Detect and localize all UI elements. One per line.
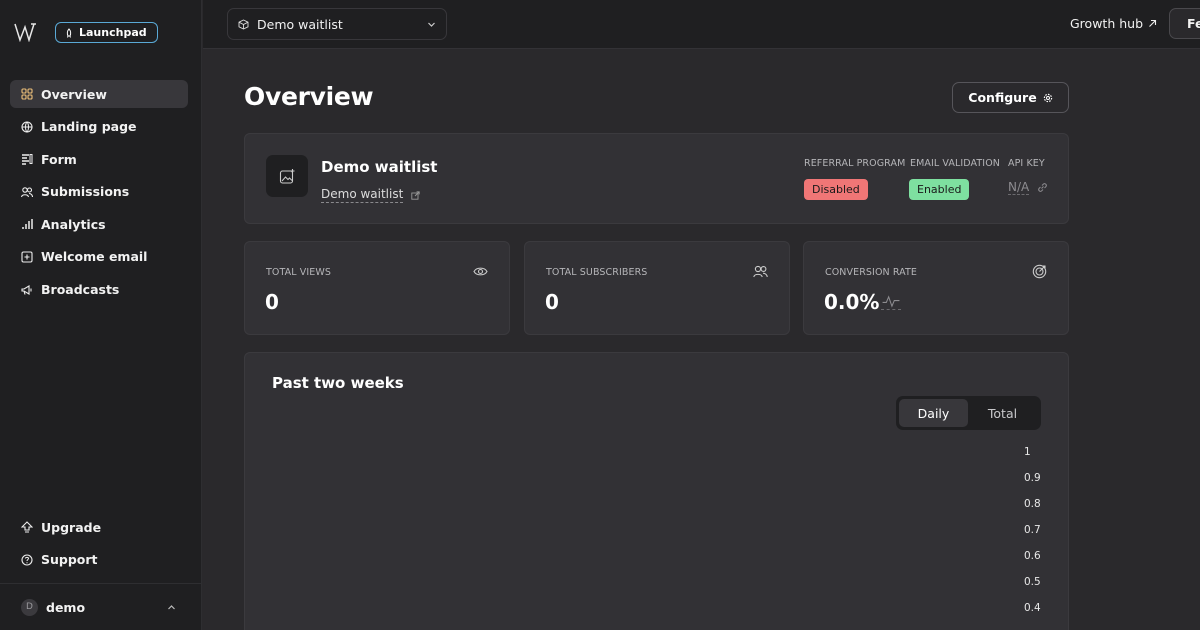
upgrade-icon — [21, 521, 33, 533]
y-tick-label: 0.8 — [1024, 498, 1041, 510]
sidebar-item-label: Support — [41, 552, 98, 568]
avatar: D — [21, 598, 38, 616]
sidebar-item-broadcasts[interactable]: Broadcasts — [10, 276, 188, 304]
sidebar-item-label: Submissions — [41, 184, 130, 200]
sidebar-item-landing-page[interactable]: Landing page — [10, 113, 188, 141]
growth-hub-link[interactable]: Growth hub — [1070, 16, 1157, 31]
megaphone-icon — [21, 284, 32, 295]
stat-card-total-subscribers: TOTAL SUBSCRIBERS 0 — [524, 241, 790, 335]
waitlist-image[interactable] — [266, 155, 308, 197]
launchpad-label: Launchpad — [79, 26, 147, 39]
chevron-up-icon — [168, 605, 175, 610]
sidebar-item-label: Form — [41, 151, 77, 167]
chart-title: Past two weeks — [272, 374, 404, 392]
y-tick-label: 0.5 — [1024, 576, 1041, 588]
sidebar-item-form[interactable]: Form — [10, 145, 188, 173]
waitlist-link[interactable]: Demo waitlist — [321, 187, 420, 203]
api-key-value: N/A — [1008, 180, 1030, 195]
sidebar-item-label: Landing page — [41, 119, 137, 135]
gear-icon — [1043, 93, 1052, 102]
y-tick-label: 0.6 — [1024, 550, 1041, 562]
sidebar-item-label: Broadcasts — [41, 282, 120, 298]
sidebar-item-overview[interactable]: Overview — [10, 80, 188, 108]
globe-icon — [21, 121, 33, 133]
form-icon — [22, 154, 33, 165]
feedback-button[interactable]: Fe — [1169, 8, 1200, 39]
growth-hub-label: Growth hub — [1070, 16, 1143, 31]
sidebar-bottom-nav: Upgrade Support — [10, 513, 188, 578]
grid-icon — [21, 88, 33, 100]
y-tick-label: 1 — [1024, 446, 1031, 458]
launchpad-badge[interactable]: Launchpad — [55, 22, 158, 43]
selected-waitlist: Demo waitlist — [257, 16, 343, 32]
y-tick-label: 0.4 — [1024, 602, 1041, 614]
waitlist-link-text: Demo waitlist — [321, 187, 404, 203]
activity-icon — [881, 295, 901, 310]
cube-icon — [238, 18, 249, 30]
link-icon[interactable] — [1037, 182, 1048, 193]
sidebar-item-label: Upgrade — [41, 519, 102, 535]
toggle-daily[interactable]: Daily — [899, 399, 968, 427]
sidebar-item-label: Overview — [41, 86, 107, 102]
waitlist-card: Demo waitlist Demo waitlist REFERRAL PRO… — [244, 133, 1069, 224]
page-title: Overview — [244, 82, 374, 111]
stat-value: 0 — [545, 290, 559, 314]
stat-value: 0.0% — [824, 290, 880, 314]
target-icon — [1032, 264, 1047, 279]
image-plus-icon — [279, 168, 294, 184]
user-name: demo — [46, 599, 86, 615]
chart-mode-toggle: Daily Total — [896, 396, 1041, 430]
y-tick-label: 0.9 — [1024, 472, 1041, 484]
external-link-icon — [411, 190, 420, 200]
y-tick-label: 0.7 — [1024, 524, 1041, 536]
configure-label: Configure — [968, 90, 1037, 105]
users-icon — [21, 187, 33, 197]
configure-button[interactable]: Configure — [952, 82, 1069, 113]
stat-card-total-views: TOTAL VIEWS 0 — [244, 241, 510, 335]
sidebar-item-upgrade[interactable]: Upgrade — [10, 513, 188, 541]
sidebar-item-label: Analytics — [41, 216, 106, 232]
eye-icon — [473, 267, 488, 276]
brand-logo-icon[interactable] — [14, 22, 38, 42]
help-icon — [21, 554, 33, 566]
sidebar-item-support[interactable]: Support — [10, 546, 188, 574]
stat-label: TOTAL VIEWS — [266, 267, 331, 278]
chevron-down-icon — [428, 22, 435, 27]
stat-card-conversion-rate: CONVERSION RATE 0.0% — [803, 241, 1069, 335]
api-key-label: API KEY — [1008, 158, 1045, 169]
stat-value: 0 — [265, 290, 279, 314]
chart-card: Past two weeks Daily Total 1 0.9 0.8 0.7… — [244, 352, 1069, 630]
sidebar-item-submissions[interactable]: Submissions — [10, 178, 188, 206]
waitlist-selector[interactable]: Demo waitlist — [227, 8, 447, 40]
bar-chart-icon — [22, 219, 33, 230]
sidebar: Launchpad Overview Landing page Form Sub… — [0, 0, 202, 630]
email-validation-label: EMAIL VALIDATION — [910, 158, 1000, 169]
toggle-total[interactable]: Total — [968, 399, 1037, 427]
sidebar-item-label: Welcome email — [41, 249, 148, 265]
stat-label: CONVERSION RATE — [825, 267, 918, 278]
email-validation-badge[interactable]: Enabled — [909, 179, 970, 200]
topbar: Demo waitlist Growth hub Fe — [203, 0, 1200, 49]
sidebar-item-welcome-email[interactable]: Welcome email — [10, 243, 188, 271]
external-arrow-icon — [1149, 19, 1157, 27]
rocket-icon — [66, 27, 72, 38]
referral-status-badge[interactable]: Disabled — [804, 179, 868, 200]
waitlist-name: Demo waitlist — [321, 158, 438, 176]
user-menu[interactable]: D demo — [0, 583, 202, 630]
referral-program-label: REFERRAL PROGRAM — [804, 158, 906, 169]
sidebar-item-analytics[interactable]: Analytics — [10, 210, 188, 238]
stat-label: TOTAL SUBSCRIBERS — [546, 267, 648, 278]
users-icon — [753, 265, 768, 278]
sidebar-nav: Overview Landing page Form Submissions A… — [10, 80, 188, 308]
plus-square-icon — [21, 251, 33, 263]
